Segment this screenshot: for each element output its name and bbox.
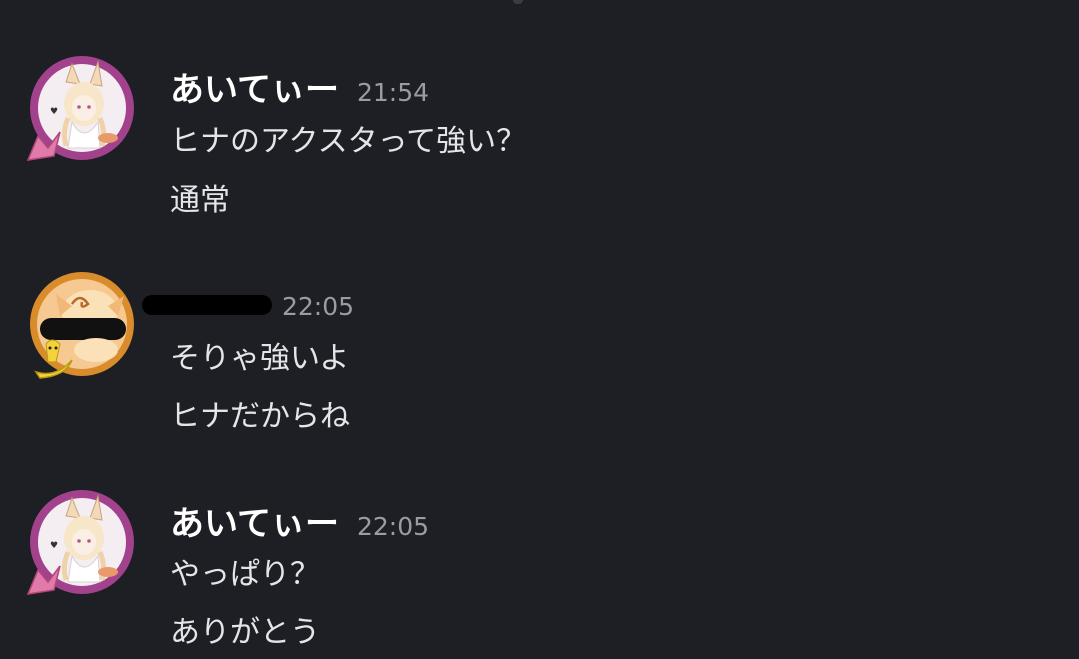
message-text: 通常	[170, 183, 230, 218]
message-header: あいてぃー 22:05	[170, 496, 429, 545]
message-header: あいてぃー 21:54	[170, 62, 429, 111]
redacted-username	[142, 294, 272, 315]
fox-girl-avatar-icon[interactable]: ♥	[26, 52, 138, 164]
timestamp: 22:05	[356, 512, 430, 541]
timestamp: 21:54	[356, 78, 430, 107]
username[interactable]: あいてぃー	[170, 70, 339, 110]
scroll-indicator	[513, 0, 523, 4]
cat-banana-avatar-icon[interactable]	[26, 268, 138, 380]
timestamp: 22:05	[282, 292, 355, 321]
message-text: やっぱり？	[170, 557, 320, 592]
message-text: ヒナのアクスタって強い？	[170, 124, 527, 159]
message-text: ヒナだからね	[170, 399, 350, 434]
message-header: 22:05	[142, 284, 355, 324]
username[interactable]: あいてぃー	[170, 504, 339, 544]
svg-text:♥: ♥	[50, 541, 58, 551]
svg-text:♥: ♥	[50, 107, 58, 117]
fox-girl-avatar-icon[interactable]: ♥	[26, 486, 138, 598]
message-text: ありがとう	[170, 615, 320, 650]
message-text: そりゃ強いよ	[170, 341, 350, 376]
